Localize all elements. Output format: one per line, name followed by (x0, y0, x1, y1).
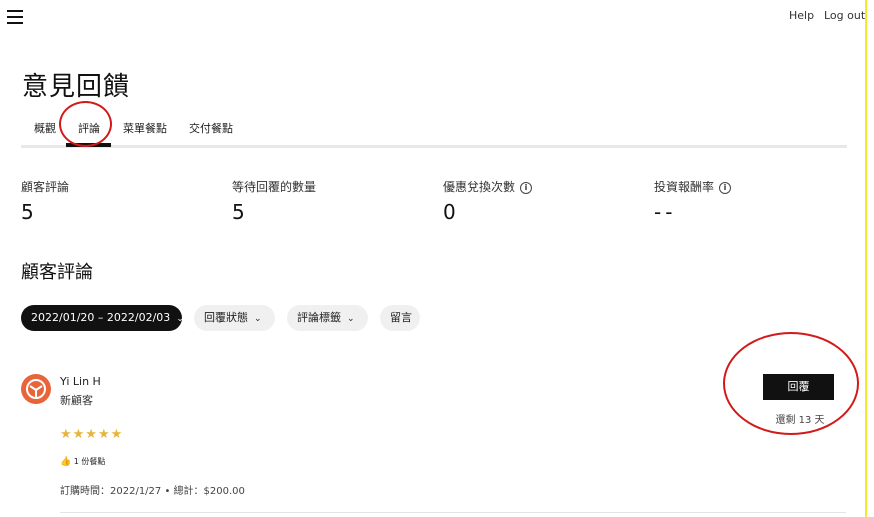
stat-label-reviews: 顧客評論 (21, 180, 70, 194)
order-info: 訂購時間：2022/1/27 • 總計：$200.00 (60, 486, 245, 497)
review-tags-filter[interactable]: 評論標籤 ⌄ (287, 305, 368, 331)
reply-status-label: 回覆狀態 (204, 311, 248, 324)
tab-bar-divider (21, 145, 847, 148)
stat-label-roi: 投資報酬率 (654, 180, 715, 194)
stat-label-promo-redemptions: 優惠兌換次數 (443, 180, 516, 194)
liked-items-label: 1 份餐點 (73, 457, 106, 466)
stat-value-promo-redemptions: 0 (443, 200, 456, 224)
hamburger-menu-icon[interactable] (7, 10, 23, 24)
section-title-reviews: 顧客評論 (21, 262, 93, 283)
customer-tag: 新顧客 (60, 394, 93, 407)
tab-delivered-items[interactable]: 交付餐點 (189, 120, 233, 136)
stat-promo-redemptions: 優惠兌換次數 i (443, 178, 533, 195)
tab-menu-items[interactable]: 菜單餐點 (123, 120, 167, 136)
comments-filter[interactable]: 留言 (380, 305, 420, 331)
annotation-circle-reply (723, 332, 859, 435)
chevron-down-icon: ⌄ (347, 314, 355, 324)
avatar-logo-icon (26, 379, 46, 399)
help-link[interactable]: Help (789, 9, 814, 22)
stat-value-roi: -- (654, 200, 677, 224)
stat-value-reviews: 5 (21, 200, 34, 224)
stat-roi: 投資報酬率 i (654, 178, 732, 195)
chevron-down-icon: ⌄ (254, 314, 262, 324)
tab-overview[interactable]: 概觀 (34, 120, 56, 136)
stat-value-awaiting-reply: 5 (232, 200, 245, 224)
info-icon[interactable]: i (719, 181, 732, 194)
reply-status-filter[interactable]: 回覆狀態 ⌄ (194, 305, 275, 331)
comments-label: 留言 (390, 311, 412, 324)
avatar (21, 374, 51, 404)
review-divider (60, 512, 846, 513)
liked-items: 👍 1 份餐點 (60, 456, 105, 467)
page-title: 意見回饋 (22, 72, 131, 102)
review-tags-label: 評論標籤 (297, 311, 341, 324)
date-range-filter[interactable]: 2022/01/20 – 2022/02/03 ⌄ (21, 305, 184, 331)
star-rating: ★★★★★ (60, 427, 124, 442)
date-range-label: 2022/01/20 – 2022/02/03 (31, 311, 171, 324)
stat-label-awaiting-reply: 等待回覆的數量 (232, 180, 317, 194)
window-edge (865, 0, 867, 517)
chevron-down-icon: ⌄ (176, 314, 184, 324)
info-icon[interactable]: i (520, 181, 533, 194)
thumbs-up-icon: 👍 (60, 457, 72, 467)
reviewer-name: Yi Lin H (60, 375, 101, 388)
annotation-circle-tab (59, 101, 112, 147)
logout-link[interactable]: Log out (824, 9, 865, 22)
